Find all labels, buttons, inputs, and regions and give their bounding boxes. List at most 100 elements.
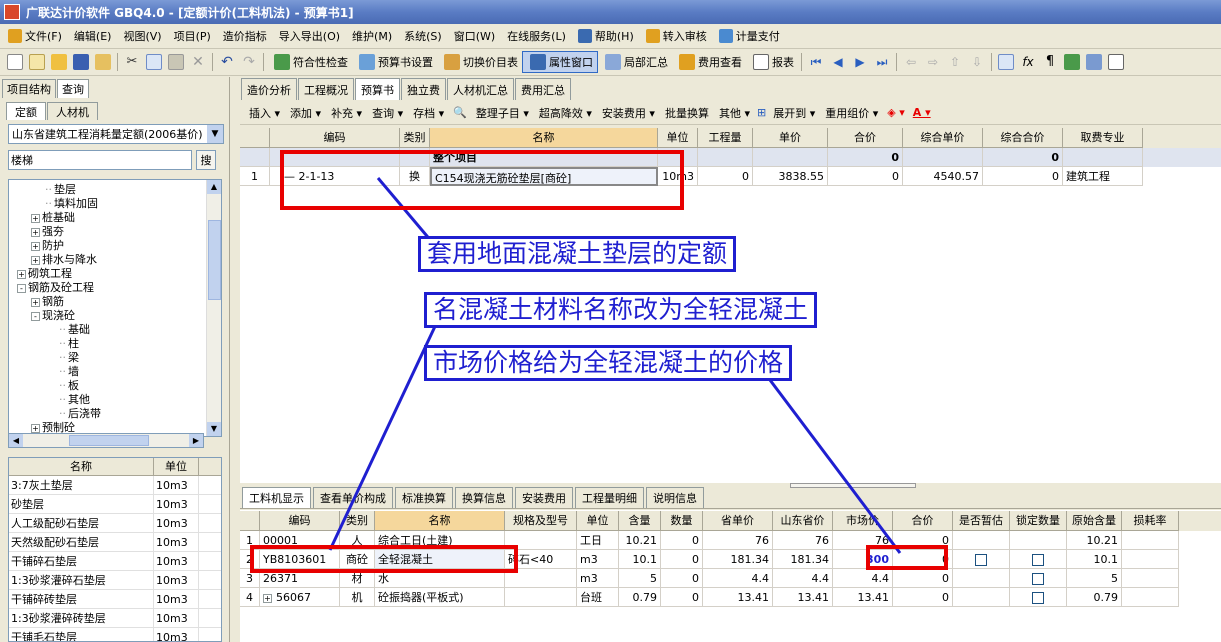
grid-header-cell[interactable]: 取费专业: [1063, 128, 1143, 148]
menu-item-7[interactable]: 系统(S): [398, 28, 448, 44]
table-cell[interactable]: [1010, 550, 1067, 569]
switch-pricelist-button[interactable]: 切换价目表: [437, 51, 522, 73]
arrow-up-icon[interactable]: ⇧: [947, 54, 963, 70]
grid-header-cell[interactable]: 原始含量: [1067, 511, 1122, 531]
next-icon[interactable]: ▶: [852, 54, 868, 70]
grid-header-cell[interactable]: [240, 128, 270, 148]
menu-item-2[interactable]: 视图(V): [117, 28, 167, 44]
toolbar2-item-9[interactable]: 其他 ▾: [714, 105, 755, 121]
chevron-down-icon[interactable]: ▼: [207, 125, 223, 143]
quota-select[interactable]: 山东省建筑工程消耗量定额(2006基价) ▼: [8, 124, 224, 144]
expand-icon[interactable]: +: [31, 424, 40, 433]
tab-main-4[interactable]: 人材机汇总: [447, 78, 514, 100]
toolbar2-item-0[interactable]: 插入 ▾: [244, 105, 285, 121]
delete-icon[interactable]: ✕: [190, 54, 206, 70]
tab-main-5[interactable]: 费用汇总: [515, 78, 571, 100]
list-item[interactable]: 1:3砂浆灌碎砖垫层 10m3: [9, 609, 221, 628]
grid-header-cell[interactable]: 山东省价: [773, 511, 833, 531]
grid-header-cell[interactable]: 单位: [658, 128, 698, 148]
checkbox[interactable]: [975, 554, 987, 566]
table-cell[interactable]: [953, 588, 1010, 607]
open-folder-icon[interactable]: [51, 54, 67, 70]
cut-icon[interactable]: ✂: [124, 54, 140, 70]
table-cell[interactable]: 13.41: [833, 588, 893, 607]
list-item[interactable]: 砂垫层 10m3: [9, 495, 221, 514]
compliance-check-button[interactable]: 符合性检查: [267, 51, 352, 73]
expand-icon[interactable]: +: [31, 242, 40, 251]
grid-header-cell[interactable]: 含量: [619, 511, 661, 531]
tree-node[interactable]: ·· 板: [9, 379, 221, 393]
list-item[interactable]: 干铺碎石垫层 10m3: [9, 552, 221, 571]
scroll-up-icon[interactable]: ▲: [207, 180, 221, 194]
tab-query[interactable]: 查询: [57, 79, 89, 98]
arrow-left-icon[interactable]: ⇦: [903, 54, 919, 70]
grid-header-cell[interactable]: 市场价: [833, 511, 893, 531]
grid-header-cell[interactable]: 名称: [375, 511, 505, 531]
grid-header-cell[interactable]: 是否暂估: [953, 511, 1010, 531]
tab-main-1[interactable]: 工程概况: [298, 78, 354, 100]
tab-bottom-5[interactable]: 工程量明细: [575, 487, 644, 508]
new-project-icon[interactable]: [29, 54, 45, 70]
list-item[interactable]: 干铺碎砖垫层 10m3: [9, 590, 221, 609]
tree-node[interactable]: + 防护: [9, 239, 221, 253]
tree-node[interactable]: ·· 梁: [9, 351, 221, 365]
tree-node[interactable]: ·· 基础: [9, 323, 221, 337]
tree-node[interactable]: ·· 柱: [9, 337, 221, 351]
last-icon[interactable]: ⏭: [874, 54, 890, 70]
tab-bottom-1[interactable]: 查看单价构成: [313, 487, 393, 508]
tree-node[interactable]: ·· 后浇带: [9, 407, 221, 421]
tab-project-structure[interactable]: 项目结构: [2, 79, 56, 98]
list-item[interactable]: 1:3砂浆灌碎石垫层 10m3: [9, 571, 221, 590]
paste-icon[interactable]: [168, 54, 184, 70]
scroll-right-icon[interactable]: ▶: [189, 434, 203, 447]
checkbox[interactable]: [1032, 592, 1044, 604]
arrow-right-icon[interactable]: ⇨: [925, 54, 941, 70]
tab-bottom-3[interactable]: 换算信息: [455, 487, 513, 508]
grid-header-cell[interactable]: 合价: [893, 511, 953, 531]
grid-header-cell[interactable]: 合价: [828, 128, 903, 148]
grid-header-cell[interactable]: 综合单价: [903, 128, 983, 148]
grid-header-cell[interactable]: 单价: [753, 128, 828, 148]
list-item[interactable]: 干铺毛石垫层 10m3: [9, 628, 221, 641]
search-button[interactable]: 搜: [196, 150, 216, 170]
tree-scrollbar[interactable]: ▲ ▼: [206, 180, 221, 436]
menu-item-5[interactable]: 导入导出(O): [273, 28, 346, 44]
undo-icon[interactable]: ↶: [219, 54, 235, 70]
table-cell[interactable]: [1010, 569, 1067, 588]
collapse-icon[interactable]: -: [31, 312, 40, 321]
grid-header-cell[interactable]: [240, 511, 260, 531]
tree-node[interactable]: + 砌筑工程: [9, 267, 221, 281]
cube-icon[interactable]: [1064, 54, 1080, 70]
menu-item-12[interactable]: 计量支付: [713, 28, 786, 44]
formula-icon[interactable]: fx: [1020, 54, 1036, 70]
table-cell[interactable]: [953, 550, 1010, 569]
tree-node[interactable]: ·· 垫层: [9, 183, 221, 197]
grid-header-cell[interactable]: 工程量: [698, 128, 753, 148]
arrow-down-icon[interactable]: ⇩: [969, 54, 985, 70]
toolbar2-item-10[interactable]: 展开到 ▾: [768, 105, 820, 121]
grid-header-cell[interactable]: 编码: [260, 511, 340, 531]
first-icon[interactable]: ⏮: [808, 54, 824, 70]
calculator-icon[interactable]: [998, 54, 1014, 70]
font-color-icon[interactable]: A ▾: [913, 106, 931, 119]
image-icon[interactable]: [1086, 54, 1102, 70]
hscroll-thumb[interactable]: [69, 435, 149, 446]
tree-node[interactable]: - 钢筋及砼工程: [9, 281, 221, 295]
menu-item-8[interactable]: 窗口(W): [448, 28, 501, 44]
tree-node[interactable]: ·· 其他: [9, 393, 221, 407]
toolbar2-item-5[interactable]: 整理子目 ▾: [471, 105, 534, 121]
list-header-name[interactable]: 名称: [9, 458, 154, 475]
menu-item-11[interactable]: 转入审核: [640, 28, 713, 44]
tab-labor-material[interactable]: 人材机: [47, 102, 98, 120]
grid-header-cell[interactable]: 损耗率: [1122, 511, 1179, 531]
report-button[interactable]: 报表: [746, 51, 798, 73]
tab-bottom-0[interactable]: 工料机显示: [242, 487, 311, 508]
list-item[interactable]: 人工级配砂石垫层 10m3: [9, 514, 221, 533]
search-input[interactable]: 楼梯: [8, 150, 192, 170]
menu-item-4[interactable]: 造价指标: [217, 28, 273, 44]
tab-bottom-6[interactable]: 说明信息: [646, 487, 704, 508]
grid-header-cell[interactable]: 数量: [661, 511, 703, 531]
grid-header-cell[interactable]: 名称: [430, 128, 658, 148]
table-row[interactable]: 4 +56067 机砼振捣器(平板式) 台班 0.79 0 13.41 13.41 13.41 0…: [240, 588, 1221, 607]
expand-icon[interactable]: +: [31, 298, 40, 307]
